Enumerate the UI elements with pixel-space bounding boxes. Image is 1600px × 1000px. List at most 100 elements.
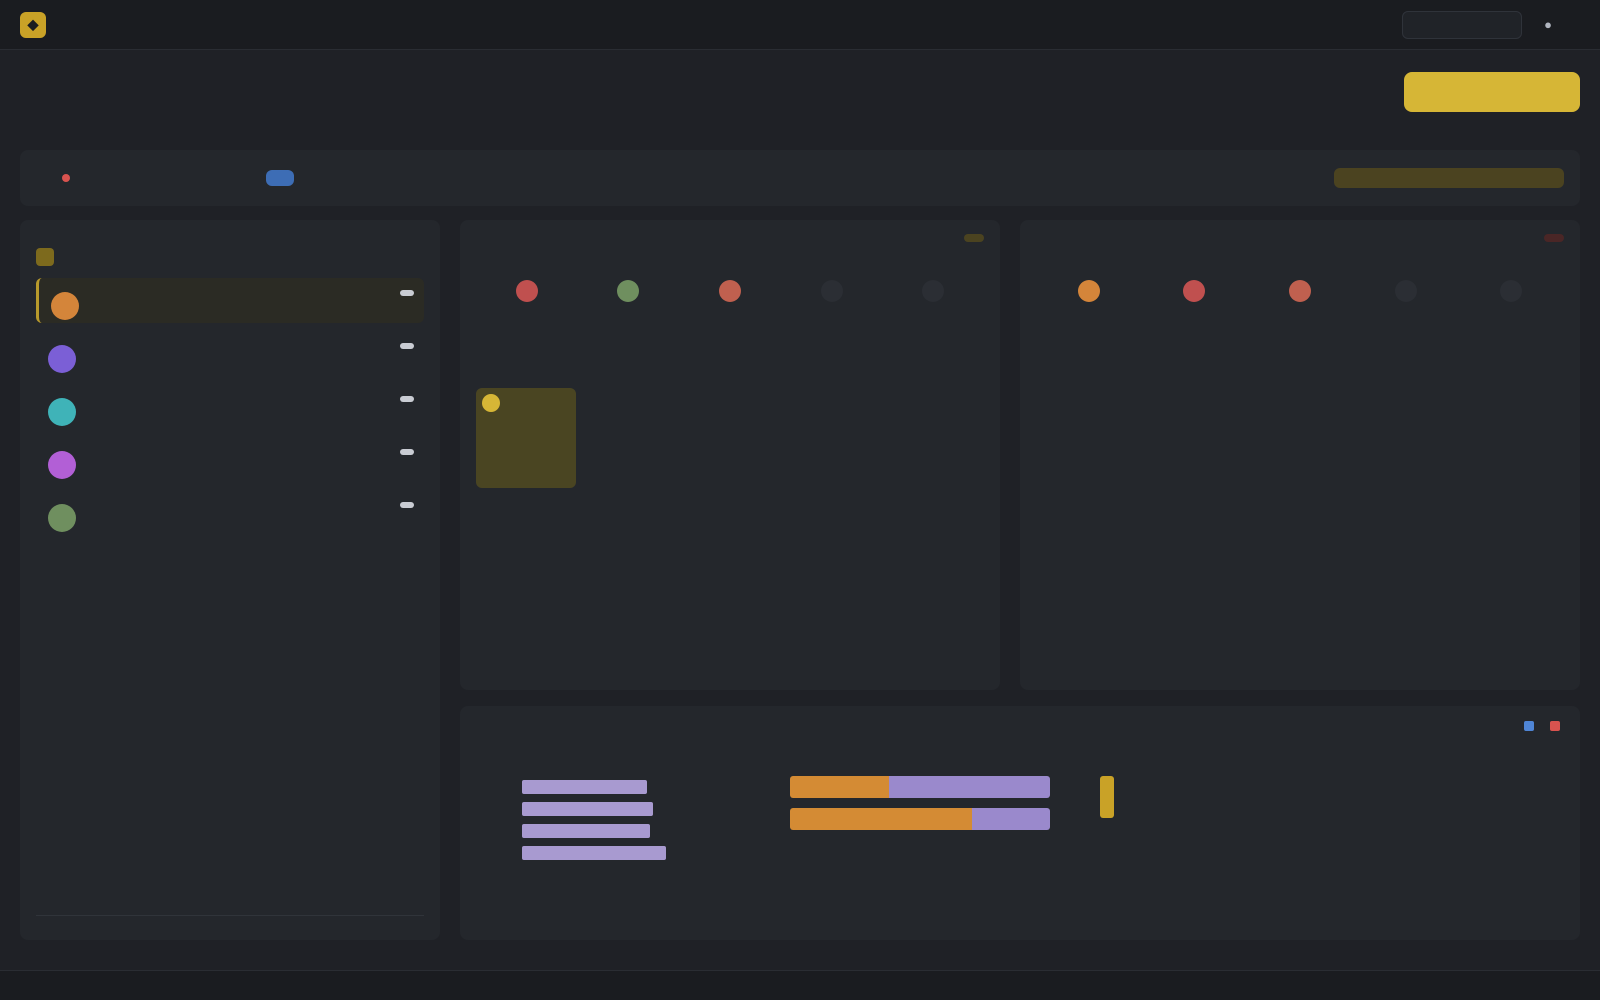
analytics-header: [476, 720, 1564, 732]
list-item[interactable]: [36, 490, 424, 535]
card-left-right: [946, 234, 984, 242]
board-row: [1036, 280, 1564, 302]
stacked-bar: [790, 808, 1050, 830]
filter-bar: [20, 150, 1580, 206]
legend-swatch: [1524, 721, 1534, 732]
table-row: [1036, 520, 1564, 544]
header-action-1[interactable]: [1336, 84, 1344, 100]
list-item[interactable]: [36, 437, 424, 482]
bar-row: [476, 776, 746, 798]
user-icon: ●: [1544, 17, 1552, 32]
item-count-badge: [400, 396, 414, 402]
avatar: [48, 504, 76, 532]
board-cell[interactable]: [1394, 280, 1417, 302]
item-count-badge: [400, 290, 414, 296]
legend-item-2: [1550, 720, 1564, 732]
analytics-summary: [1100, 776, 1560, 836]
header-action-2[interactable]: [1370, 84, 1378, 100]
avatar: [48, 398, 76, 426]
item-heading: [88, 394, 414, 409]
card-left-header: [476, 234, 984, 242]
card-right-tag: [1544, 234, 1564, 242]
bar: [522, 780, 647, 794]
list-item[interactable]: [36, 278, 424, 323]
bar-row: [476, 798, 746, 820]
stacked-bars: [790, 776, 1050, 840]
status-bar: [0, 970, 1600, 1000]
segment-orange: [790, 776, 889, 798]
list-items: [36, 278, 424, 535]
bar: [522, 824, 650, 838]
item-heading: [88, 341, 414, 356]
segment-3[interactable]: [298, 170, 326, 186]
board-card-right: [1020, 220, 1580, 690]
view-segment: [234, 170, 358, 186]
segment-orange: [790, 808, 972, 830]
segment-4[interactable]: [330, 170, 358, 186]
page-header: [20, 62, 1580, 132]
card-right-header: [1036, 234, 1564, 242]
board-cell[interactable]: [922, 280, 945, 302]
piece-red[interactable]: [515, 280, 538, 302]
list-filter[interactable]: [36, 248, 424, 266]
export-button[interactable]: [1334, 168, 1564, 188]
piece-green[interactable]: [617, 280, 640, 302]
avatar: [48, 451, 76, 479]
piece-orange[interactable]: [1077, 280, 1100, 302]
bar-row: [476, 842, 746, 864]
status-dot-icon: [62, 174, 70, 182]
stacked-bar: [790, 776, 1050, 798]
list-item[interactable]: [36, 384, 424, 429]
board-row: [476, 280, 984, 302]
logo-icon: ◆: [20, 11, 46, 38]
account-button[interactable]: ●: [1544, 17, 1558, 32]
avatar: [51, 292, 79, 320]
item-heading: [88, 447, 414, 462]
list-item[interactable]: [36, 331, 424, 376]
piece-red[interactable]: [1288, 280, 1311, 302]
avatar: [48, 345, 76, 373]
segment-1[interactable]: [234, 170, 262, 186]
primary-button[interactable]: [1404, 72, 1580, 112]
nav-right: ●: [1402, 10, 1580, 39]
kpi: [1100, 776, 1560, 818]
segment-active[interactable]: [266, 170, 294, 186]
bar: [522, 802, 653, 816]
bar-row: [476, 820, 746, 842]
kpi-bar: [1100, 776, 1114, 818]
card-right-right: [1526, 234, 1564, 242]
highlight-cell[interactable]: [476, 388, 576, 488]
item-heading: [91, 288, 414, 303]
analytics-panel: [460, 706, 1580, 940]
list-footer: [36, 915, 424, 926]
legend: [1524, 720, 1564, 732]
bar-list: [476, 776, 746, 864]
item-count-badge: [400, 343, 414, 349]
board-cell[interactable]: [820, 280, 843, 302]
filter-badge-icon: [36, 248, 54, 266]
item-heading: [88, 500, 414, 515]
search-input[interactable]: [1402, 10, 1523, 39]
filter-chip-3[interactable]: [138, 172, 158, 184]
item-count-badge: [400, 502, 414, 508]
header-actions: [1336, 72, 1580, 112]
card-right-table: [1036, 520, 1564, 670]
card-left-table: [476, 520, 984, 670]
item-count-badge: [400, 449, 414, 455]
filter-chip-2[interactable]: [102, 172, 122, 184]
marker-icon: [482, 394, 500, 412]
board-left[interactable]: [476, 280, 984, 510]
segment-purple: [972, 808, 1050, 830]
board-right[interactable]: [1036, 280, 1564, 510]
filter-chip-1[interactable]: [52, 168, 86, 188]
legend-swatch: [1550, 721, 1560, 732]
piece-red[interactable]: [718, 280, 741, 302]
board-cell[interactable]: [1500, 280, 1523, 302]
segment-purple: [888, 776, 1050, 798]
list-panel: [20, 220, 440, 940]
piece-red[interactable]: [1183, 280, 1206, 302]
logo[interactable]: ◆: [20, 11, 54, 38]
table-row: [476, 520, 984, 544]
card-left-tag: [964, 234, 984, 242]
top-nav: ◆ ●: [0, 0, 1600, 50]
